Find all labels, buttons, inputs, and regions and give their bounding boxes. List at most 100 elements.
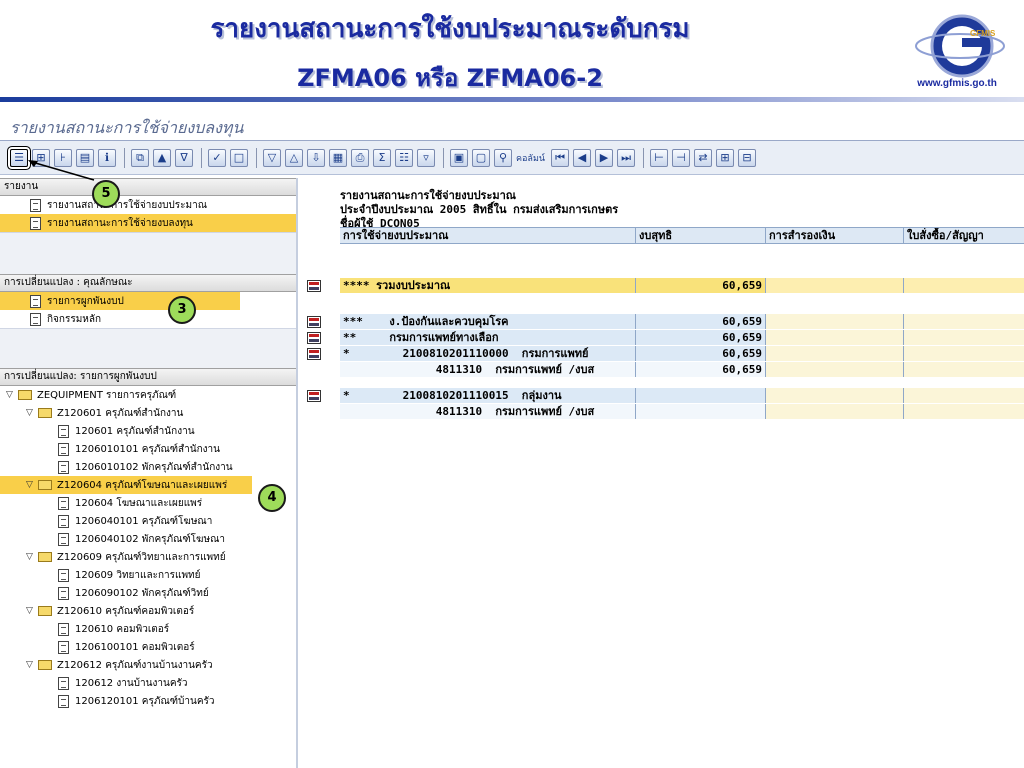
previous-page-icon[interactable]: ◀ — [573, 148, 592, 167]
purchase-order-value — [904, 388, 1024, 403]
tree-node-label: 1206010101 ครุภัณฑ์สำนักงาน — [75, 443, 220, 455]
drilldown-row-icon[interactable] — [307, 390, 321, 402]
last-page-icon[interactable]: ⏭ — [617, 148, 636, 167]
column-header[interactable]: การสำรองเงิน — [766, 228, 904, 243]
report-row[interactable]: * 2100810201110015 กลุ่มงาน — [340, 388, 1024, 403]
toolbar-separator — [643, 147, 645, 168]
window-icon[interactable]: □ — [230, 148, 248, 167]
row-label: 4811310 กรมการแพทย์ /งบส — [340, 404, 636, 419]
net-budget-value: 60,659 — [636, 314, 766, 329]
totals-icon[interactable]: ☷ — [395, 148, 413, 167]
report-row[interactable]: * 2100810201110000 กรมการแพทย์ 60,659 — [340, 346, 1024, 361]
tree-leaf-node[interactable]: 1206100101 คอมพิวเตอร์ — [0, 638, 296, 656]
logo-wordmark: GFMIS — [970, 29, 996, 38]
find-icon[interactable]: ⚲ — [494, 148, 512, 167]
column-header[interactable]: ใบสั่งซื้อ/สัญญา — [904, 228, 1024, 243]
toolbar-separator — [256, 147, 257, 168]
export-icon[interactable]: ⇩ — [307, 148, 325, 167]
sort-desc-icon[interactable]: ▽ — [263, 148, 281, 167]
document-icon — [30, 312, 41, 326]
document-icon — [58, 622, 69, 636]
sort-asc-icon[interactable]: △ — [285, 148, 303, 167]
tree-folder-node[interactable]: ▽ ZEQUIPMENT รายการครุภัณฑ์ — [0, 386, 296, 404]
drilldown-icon[interactable]: ⊢ — [650, 148, 669, 167]
collapse-all-icon[interactable]: ⊟ — [738, 148, 757, 167]
report-row[interactable]: *** ง.ป้องกันและควบคุมโรค 60,659 — [340, 314, 1024, 329]
document-icon — [58, 586, 69, 600]
expand-toggle-icon[interactable]: ▽ — [26, 660, 38, 670]
tree-folder-node[interactable]: ▽ Z120610 ครุภัณฑ์คอมพิวเตอร์ — [0, 602, 296, 620]
tree-folder-node[interactable]: ▽ Z120601 ครุภัณฑ์สำนักงาน — [0, 404, 296, 422]
first-page-icon[interactable]: ⏮ — [551, 148, 570, 167]
tree-leaf-node[interactable]: 120601 ครุภัณฑ์สำนักงาน — [0, 422, 296, 440]
chart-icon[interactable]: ▲ — [153, 148, 171, 167]
tree-leaf-node[interactable]: 120604 โฆษณาและเผยแพร่ — [0, 494, 296, 512]
tree-node-label: 120612 งานบ้านงานครัว — [75, 677, 188, 689]
commitment-tree: ▽ ZEQUIPMENT รายการครุภัณฑ์ ▽ Z120601 ครุภั… — [0, 386, 296, 710]
filter-settings-icon[interactable]: ∇ — [175, 148, 193, 167]
expand-toggle-icon[interactable]: ▽ — [6, 390, 18, 400]
drilldown-row-icon[interactable] — [307, 348, 321, 360]
drilldown-row-icon[interactable] — [307, 316, 321, 328]
net-budget-value: 60,659 — [636, 346, 766, 361]
folder-icon — [38, 606, 52, 616]
column-header[interactable]: การใช้จ่ายงบประมาณ — [340, 228, 636, 243]
swap-icon[interactable]: ⇄ — [694, 148, 713, 167]
tree-leaf-node[interactable]: 120609 วิทยาและการแพทย์ — [0, 566, 296, 584]
expand-all-icon[interactable]: ⊞ — [716, 148, 735, 167]
row-label: ** กรมการแพทย์ทางเลือก — [340, 330, 636, 345]
net-budget-value: 60,659 — [636, 330, 766, 345]
filter-icon[interactable]: ▿ — [417, 148, 435, 167]
tree-folder-node[interactable]: ▽ Z120609 ครุภัณฑ์วิทยาและการแพทย์ — [0, 548, 296, 566]
navigation-tree: รายงาน รายงานสถานะการใช้จ่ายงบประมาณ ราย… — [0, 178, 298, 768]
tree-leaf-node[interactable]: 1206010101 ครุภัณฑ์สำนักงาน — [0, 440, 296, 458]
tree-item-label: รายการผูกพันงบป — [47, 295, 124, 307]
tree-leaf-node[interactable]: 1206010102 พักครุภัณฑ์สำนักงาน — [0, 458, 296, 476]
expand-toggle-icon[interactable]: ▽ — [26, 408, 38, 418]
expand-toggle-icon[interactable]: ▽ — [26, 606, 38, 616]
tree-leaf-node[interactable]: 120612 งานบ้านงานครัว — [0, 674, 296, 692]
purchase-order-value — [904, 362, 1024, 377]
tree-leaf-node[interactable]: 1206040102 พักครุภัณฑ์โฆษณา — [0, 530, 296, 548]
save-layout-icon[interactable]: ▣ — [450, 148, 468, 167]
header-rule — [0, 97, 1024, 102]
tree-node-label: 120601 ครุภัณฑ์สำนักงาน — [75, 425, 195, 437]
report-row[interactable]: **** รวมงบประมาณ 60,659 — [340, 278, 1024, 293]
tree-item-report-budget[interactable]: รายงานสถานะการใช้จ่ายงบประมาณ — [0, 196, 296, 214]
tree-item-report-investment[interactable]: รายงานสถานะการใช้จ่ายงบลงทุน — [0, 214, 296, 232]
copy-icon[interactable]: ⧉ — [131, 148, 149, 167]
spreadsheet-icon[interactable]: ▦ — [329, 148, 347, 167]
net-budget-value — [636, 388, 766, 403]
next-page-icon[interactable]: ▶ — [595, 148, 614, 167]
expand-toggle-icon[interactable]: ▽ — [26, 480, 38, 490]
tree-folder-node[interactable]: ▽ Z120604 ครุภัณฑ์โฆษณาและเผยแพร่ — [0, 476, 252, 494]
drilldown-row-icon[interactable] — [307, 280, 321, 292]
expand-toggle-icon[interactable]: ▽ — [26, 552, 38, 562]
slide-subtitle: ZFMA06 หรือ ZFMA06-2 — [297, 64, 603, 92]
drilldown-all-icon[interactable]: ⊣ — [672, 148, 691, 167]
tree-leaf-node[interactable]: 1206120101 ครุภัณฑ์บ้านครัว — [0, 692, 296, 710]
tree-item-commitment[interactable]: รายการผูกพันงบป — [0, 292, 240, 310]
tree-leaf-node[interactable]: 1206090102 พักครุภัณฑ์วิทย์ — [0, 584, 296, 602]
load-layout-icon[interactable]: ▢ — [472, 148, 490, 167]
tree-leaf-node[interactable]: 120610 คอมพิวเตอร์ — [0, 620, 296, 638]
tree-item-main-activity[interactable]: กิจกรรมหลัก — [0, 310, 296, 328]
drilldown-row-icon[interactable] — [307, 332, 321, 344]
callout-step-3: 3 — [168, 296, 196, 324]
tree-node-label: Z120610 ครุภัณฑ์คอมพิวเตอร์ — [57, 605, 195, 617]
report-row[interactable]: 4811310 กรมการแพทย์ /งบส — [340, 404, 1024, 419]
report-row[interactable]: 4811310 กรมการแพทย์ /งบส 60,659 — [340, 362, 1024, 377]
columns-button-label[interactable]: คอลัมน์ — [516, 151, 545, 165]
column-header[interactable]: งบสุทธิ — [636, 228, 766, 243]
slide-title: รายงานสถานะการใช้งบประมาณระดับกรม — [210, 14, 690, 44]
purchase-order-value — [904, 404, 1024, 419]
print-icon[interactable]: ⎙ — [351, 148, 369, 167]
document-icon — [58, 424, 69, 438]
tree-folder-node[interactable]: ▽ Z120612 ครุภัณฑ์งานบ้านงานครัว — [0, 656, 296, 674]
report-row[interactable]: ** กรมการแพทย์ทางเลือก 60,659 — [340, 330, 1024, 345]
tree-node-label: 1206090102 พักครุภัณฑ์วิทย์ — [75, 587, 209, 599]
sum-icon[interactable]: Σ — [373, 148, 391, 167]
tree-leaf-node[interactable]: 1206040101 ครุภัณฑ์โฆษณา — [0, 512, 296, 530]
net-budget-value — [636, 404, 766, 419]
select-icon[interactable]: ✓ — [208, 148, 226, 167]
